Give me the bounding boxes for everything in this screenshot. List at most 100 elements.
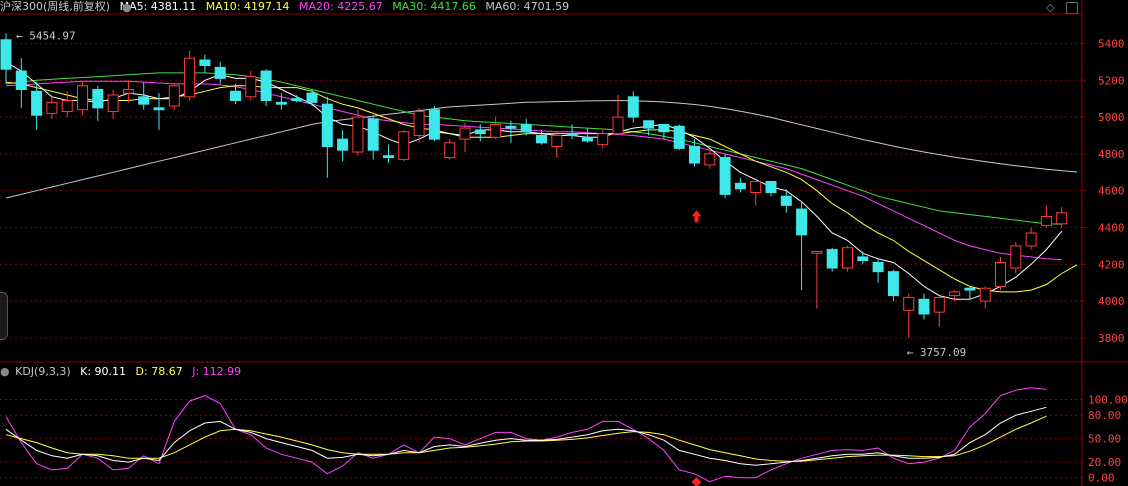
candle-body — [689, 146, 700, 164]
candle — [291, 94, 303, 103]
candle — [780, 188, 792, 213]
index-title[interactable]: 沪深300(周线,前复权) — [0, 0, 110, 13]
candle — [979, 286, 991, 309]
candle-body — [964, 287, 976, 291]
candle — [857, 251, 869, 265]
candle-body — [199, 59, 211, 67]
kdj-title[interactable]: KDJ(9,3,3) — [15, 365, 71, 378]
candle — [1025, 227, 1037, 250]
candle-body — [857, 256, 869, 262]
candle — [505, 120, 517, 143]
candle — [520, 118, 532, 136]
candle-body — [949, 291, 961, 297]
candle — [184, 50, 196, 101]
ma30-legend: MA30: 4417.66 — [392, 0, 476, 13]
candle-body — [0, 39, 12, 70]
price-tick-label: 4000 — [1098, 295, 1125, 308]
candle — [153, 93, 165, 130]
candle — [658, 123, 670, 140]
signal-arrow-icon — [691, 210, 702, 223]
candle-body — [658, 123, 670, 133]
maximize-icon[interactable] — [1066, 2, 1078, 14]
candle — [474, 124, 486, 141]
candle — [995, 256, 1006, 291]
candle-body — [673, 125, 685, 149]
candle — [168, 83, 180, 110]
price-tick-label: 4600 — [1098, 185, 1125, 198]
candle-body — [566, 133, 578, 136]
candle-body — [719, 157, 731, 195]
candle — [77, 82, 88, 116]
kdj-settings-icon[interactable]: ● — [0, 365, 10, 378]
candle — [15, 58, 27, 108]
candle — [1056, 207, 1068, 228]
candle — [704, 150, 716, 169]
candle-body — [520, 123, 532, 133]
diamond-icon[interactable]: ◇ — [1046, 1, 1054, 14]
candle-body — [750, 180, 762, 194]
candle-body — [383, 155, 394, 159]
candle — [887, 269, 899, 302]
chart-stage[interactable]: 沪深300(周线,前复权) MA5: 4381.11 MA10: 4197.14… — [0, 0, 1128, 486]
candle-body — [903, 296, 915, 311]
candle — [367, 115, 379, 160]
candle-body — [826, 249, 838, 269]
candle-body — [352, 116, 364, 153]
candle-body — [490, 123, 502, 138]
candle-body — [627, 96, 639, 118]
candle-body — [597, 133, 609, 146]
candle — [643, 120, 655, 136]
candle-body — [367, 118, 379, 151]
candle-body — [291, 98, 303, 102]
candle-body — [153, 107, 165, 111]
ma20-legend: MA20: 4225.67 — [299, 0, 383, 13]
candle-body — [918, 298, 930, 315]
candle — [597, 129, 609, 149]
candle — [627, 91, 639, 123]
candle-body — [643, 120, 655, 129]
candle-body — [872, 261, 884, 273]
price-tick-label: 3800 — [1098, 332, 1125, 345]
ma10-line — [5, 81, 1078, 293]
kdj-k-legend: K: 90.11 — [80, 365, 127, 378]
high-price-label: ← 5454.97 — [16, 29, 76, 42]
candle — [459, 122, 471, 153]
candle-body — [31, 90, 43, 116]
ma20-line — [5, 80, 1062, 261]
candle-body — [612, 116, 624, 135]
ma60-legend: MA60: 4701.59 — [485, 0, 570, 13]
candle — [122, 80, 134, 103]
candle — [612, 94, 624, 136]
candle-body — [933, 296, 945, 313]
candle — [107, 89, 119, 119]
candle — [964, 286, 976, 300]
kdj-tick-label: 0.00 — [1088, 472, 1115, 485]
candle-body — [321, 103, 333, 148]
candle — [918, 293, 930, 320]
candle — [750, 180, 762, 206]
candle-body — [1040, 215, 1052, 227]
candle-body — [979, 287, 991, 302]
side-panel-handle[interactable] — [0, 292, 8, 340]
candle-body — [107, 94, 119, 113]
candle — [321, 96, 333, 178]
kdj-tick-label: 50.00 — [1088, 433, 1121, 446]
candle-body — [413, 111, 425, 136]
main-chart-header: 沪深300(周线,前复权) MA5: 4381.11 MA10: 4197.14… — [0, 0, 575, 14]
kdj-j-line — [5, 387, 1047, 483]
candle-body — [1010, 245, 1022, 269]
candle — [1040, 205, 1052, 228]
price-tick-label: 5000 — [1098, 111, 1125, 124]
candle-body — [15, 70, 27, 90]
candle — [245, 71, 257, 101]
candle-body — [796, 208, 808, 236]
candle-body — [842, 247, 853, 269]
candle — [842, 245, 853, 272]
candle — [61, 91, 73, 118]
chart-svg: 3800 4000 4200 4400 4600 4800 5000 5200 5400 ← 54… — [0, 0, 1128, 486]
kdj-header: ● KDJ(9,3,3) K: 90.11 D: 78.67 J: 112.99 — [0, 365, 247, 379]
candle — [0, 33, 12, 84]
candle-body — [474, 129, 486, 135]
settings-circle-icon[interactable]: ● — [122, 1, 132, 14]
candle-body — [704, 153, 716, 166]
